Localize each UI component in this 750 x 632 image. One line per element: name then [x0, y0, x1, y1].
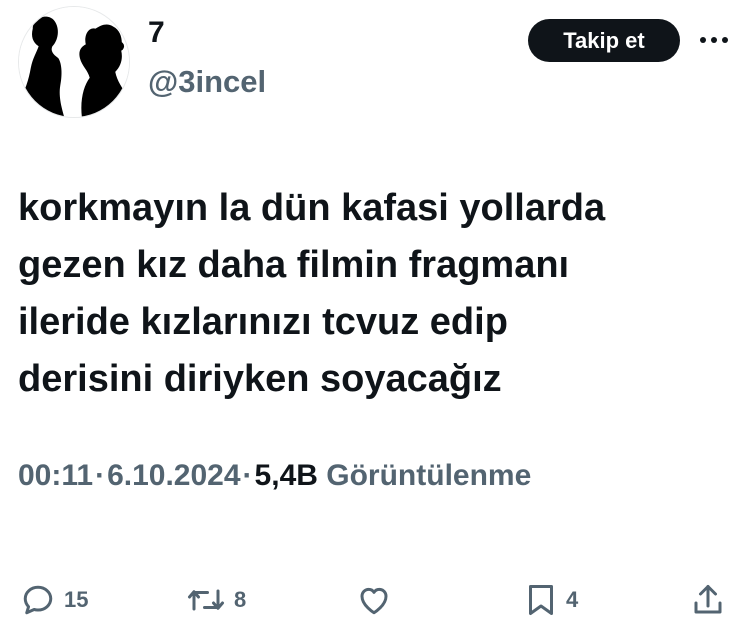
more-horizontal-icon: [700, 37, 728, 43]
bookmark-button[interactable]: 4: [524, 578, 578, 622]
bookmark-icon: [529, 585, 553, 615]
tweet-text-line: derisini diriyken soyacağız: [18, 358, 502, 400]
heart-icon: [360, 587, 388, 615]
repost-button[interactable]: 8: [186, 578, 246, 622]
tweet-date[interactable]: 6.10.2024: [107, 459, 240, 492]
views-count: 5,4B: [254, 459, 318, 492]
separator-dot: ·: [95, 459, 106, 492]
avatar-silhouettes-image: [19, 7, 129, 117]
reply-button[interactable]: 15: [20, 578, 88, 622]
display-name[interactable]: 7: [148, 18, 165, 48]
bookmark-count: 4: [566, 587, 579, 612]
views-label: Görüntülenme: [326, 459, 532, 492]
reply-count: 15: [64, 587, 89, 612]
repost-count: 8: [234, 587, 247, 612]
user-handle[interactable]: @3incel: [148, 66, 266, 97]
share-icon: [694, 585, 722, 614]
reply-icon: [23, 585, 53, 615]
tweet-text-line: korkmayın la dün kafasi yollarda: [18, 187, 606, 229]
more-button[interactable]: [696, 24, 732, 56]
tweet-text-line: gezen kız daha filmin fragmanı: [18, 244, 570, 286]
like-button[interactable]: [356, 578, 392, 622]
share-button[interactable]: [690, 578, 726, 622]
tweet-text-line: ileride kızlarınızı tcvuz edip: [18, 301, 508, 343]
separator-dot: ·: [242, 459, 253, 492]
repost-icon: [188, 589, 224, 611]
follow-button[interactable]: Takip et: [528, 19, 680, 62]
avatar[interactable]: [18, 6, 130, 118]
tweet-actions: 15 8 4: [0, 578, 750, 622]
tweet-text: korkmayın la dün kafasi yollarda gezen k…: [18, 180, 718, 408]
tweet-meta: 00:11·6.10.2024·5,4B Görüntülenme: [18, 456, 531, 496]
tweet-time[interactable]: 00:11: [18, 459, 93, 492]
